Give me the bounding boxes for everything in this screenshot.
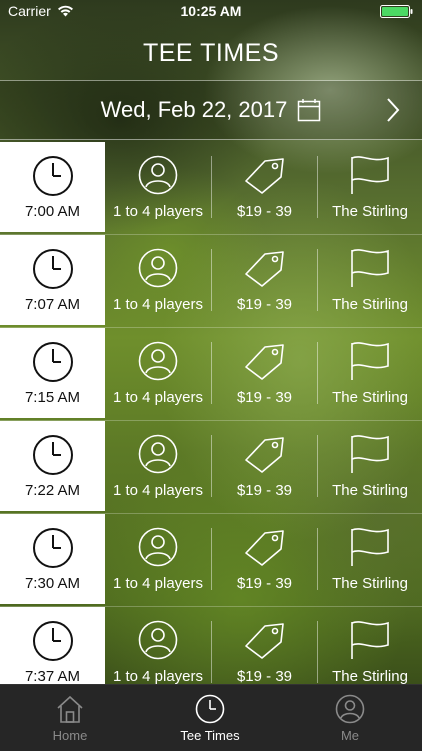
players-label: 1 to 4 players: [112, 667, 204, 685]
clock-icon: [32, 620, 73, 661]
price-tag-icon: [244, 250, 284, 287]
tee-time-label: 7:00 AM: [24, 202, 81, 220]
person-icon: [138, 527, 178, 566]
price-cell[interactable]: $19 - 39: [212, 514, 317, 604]
battery-icon: [380, 5, 413, 18]
course-cell[interactable]: The Stirling: [318, 421, 422, 511]
tee-time-label: 7:30 AM: [24, 574, 81, 592]
tee-time-label: 7:37 AM: [24, 667, 81, 685]
course-label: The Stirling: [332, 295, 408, 313]
tee-time-row[interactable]: 7:00 AM 1 to 4 players $19 - 39 The Stir…: [0, 142, 422, 235]
clock-icon: [32, 248, 73, 289]
clock-icon: [32, 155, 73, 196]
status-bar: Carrier 10:25 AM: [0, 0, 422, 20]
tee-time-cell[interactable]: 7:22 AM: [0, 421, 105, 511]
course-label: The Stirling: [332, 388, 408, 406]
price-label: $19 - 39: [236, 388, 293, 406]
page-title: TEE TIMES: [142, 38, 279, 67]
course-cell[interactable]: The Stirling: [318, 514, 422, 604]
flag-icon: [351, 341, 389, 380]
tab-tee-times[interactable]: Tee Times: [160, 685, 260, 751]
players-cell[interactable]: 1 to 4 players: [105, 514, 211, 604]
tee-time-row[interactable]: 7:37 AM 1 to 4 players $19 - 39 The Stir…: [0, 607, 422, 684]
tee-time-row[interactable]: 7:07 AM 1 to 4 players $19 - 39 The Stir…: [0, 235, 422, 328]
players-label: 1 to 4 players: [112, 202, 204, 220]
tab-me-label: Me: [340, 727, 360, 743]
flag-icon: [351, 434, 389, 473]
price-label: $19 - 39: [236, 574, 293, 592]
page-title-bar: TEE TIMES: [0, 26, 422, 81]
course-label: The Stirling: [332, 202, 408, 220]
tee-time-cell[interactable]: 7:15 AM: [0, 328, 105, 418]
house-icon: [57, 695, 83, 723]
person-icon: [138, 620, 178, 659]
price-tag-icon: [244, 436, 284, 473]
tee-time-cell[interactable]: 7:00 AM: [0, 142, 105, 232]
players-label: 1 to 4 players: [112, 388, 204, 406]
tee-time-label: 7:07 AM: [24, 295, 81, 313]
person-icon: [335, 694, 365, 723]
tee-time-row[interactable]: 7:22 AM 1 to 4 players $19 - 39 The Stir…: [0, 421, 422, 514]
tee-time-cell[interactable]: 7:37 AM: [0, 607, 105, 684]
players-label: 1 to 4 players: [112, 574, 204, 592]
tab-home[interactable]: Home: [20, 685, 120, 751]
price-cell[interactable]: $19 - 39: [212, 607, 317, 684]
tee-time-row[interactable]: 7:15 AM 1 to 4 players $19 - 39 The Stir…: [0, 328, 422, 421]
players-cell[interactable]: 1 to 4 players: [105, 235, 211, 325]
flag-icon: [351, 527, 389, 566]
chevron-right-icon[interactable]: [386, 97, 400, 123]
price-tag-icon: [244, 157, 284, 194]
person-icon: [138, 155, 178, 194]
calendar-icon[interactable]: [297, 98, 321, 122]
tab-tee-times-label: Tee Times: [180, 727, 240, 743]
course-label: The Stirling: [332, 481, 408, 499]
tab-home-label: Home: [52, 727, 88, 743]
price-tag-icon: [244, 622, 284, 659]
person-icon: [138, 341, 178, 380]
flag-icon: [351, 155, 389, 194]
tee-time-cell[interactable]: 7:07 AM: [0, 235, 105, 325]
price-label: $19 - 39: [236, 295, 293, 313]
price-label: $19 - 39: [236, 481, 293, 499]
price-tag-icon: [244, 343, 284, 380]
flag-icon: [351, 248, 389, 287]
price-cell[interactable]: $19 - 39: [212, 421, 317, 511]
players-cell[interactable]: 1 to 4 players: [105, 142, 211, 232]
course-cell[interactable]: The Stirling: [318, 235, 422, 325]
tab-me[interactable]: Me: [300, 685, 400, 751]
course-label: The Stirling: [332, 667, 408, 685]
price-label: $19 - 39: [236, 202, 293, 220]
course-cell[interactable]: The Stirling: [318, 607, 422, 684]
tee-time-label: 7:15 AM: [24, 388, 81, 406]
course-label: The Stirling: [332, 574, 408, 592]
person-icon: [138, 434, 178, 473]
clock-icon: [32, 341, 73, 382]
clock-icon: [32, 527, 73, 568]
status-time: 10:25 AM: [180, 3, 242, 19]
players-label: 1 to 4 players: [112, 295, 204, 313]
price-cell[interactable]: $19 - 39: [212, 235, 317, 325]
price-label: $19 - 39: [236, 667, 293, 685]
flag-icon: [351, 620, 389, 659]
clock-icon: [32, 434, 73, 475]
date-selector[interactable]: Wed, Feb 22, 2017: [0, 81, 422, 140]
course-cell[interactable]: The Stirling: [318, 142, 422, 232]
tee-time-label: 7:22 AM: [24, 481, 81, 499]
clock-icon: [195, 694, 225, 723]
course-cell[interactable]: The Stirling: [318, 328, 422, 418]
tab-bar: Home Tee Times Me: [0, 684, 422, 751]
players-cell[interactable]: 1 to 4 players: [105, 607, 211, 684]
tee-time-list: 7:00 AM 1 to 4 players $19 - 39 The Stir…: [0, 142, 422, 684]
price-cell[interactable]: $19 - 39: [212, 142, 317, 232]
price-cell[interactable]: $19 - 39: [212, 328, 317, 418]
tee-time-cell[interactable]: 7:30 AM: [0, 514, 105, 604]
tee-time-row[interactable]: 7:30 AM 1 to 4 players $19 - 39 The Stir…: [0, 514, 422, 607]
players-cell[interactable]: 1 to 4 players: [105, 328, 211, 418]
players-label: 1 to 4 players: [112, 481, 204, 499]
selected-date: Wed, Feb 22, 2017: [100, 97, 288, 122]
players-cell[interactable]: 1 to 4 players: [105, 421, 211, 511]
price-tag-icon: [244, 529, 284, 566]
person-icon: [138, 248, 178, 287]
